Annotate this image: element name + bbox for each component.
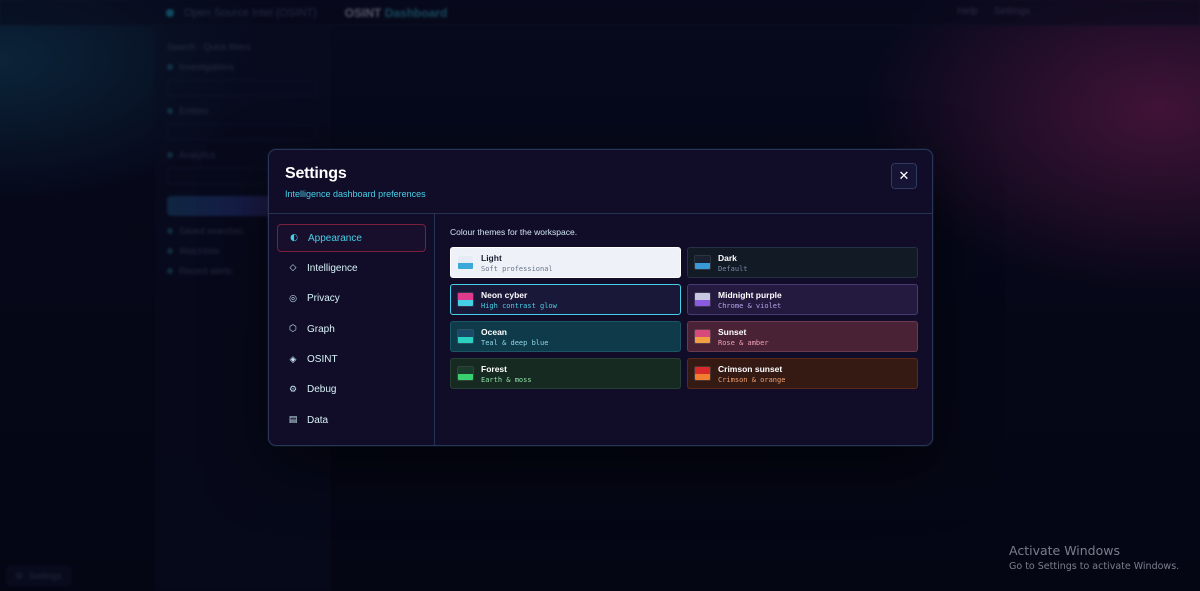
theme-midnight-purple[interactable]: Midnight purple Chrome & violet	[687, 284, 918, 315]
theme-grid: Light Soft professional Dark Default Neon …	[450, 247, 918, 389]
theme-swatch	[457, 366, 474, 381]
theme-swatch	[457, 329, 474, 344]
watermark-title: Activate Windows	[1009, 543, 1120, 558]
nav-item-label: Privacy	[307, 293, 340, 305]
theme-light[interactable]: Light Soft professional	[450, 247, 681, 278]
theme-name: Dark	[718, 252, 737, 263]
nav-item-label: Graph	[307, 323, 335, 335]
nav-item-graph[interactable]: ⬡ Graph	[277, 315, 426, 343]
theme-name: Light	[481, 252, 502, 263]
theme-name: Ocean	[481, 326, 507, 337]
swatch-band	[458, 336, 473, 343]
appearance-panel: Colour themes for the workspace. Light So…	[435, 214, 932, 445]
panel-description: Colour themes for the workspace.	[450, 227, 578, 237]
nav-item-label: Appearance	[308, 232, 362, 244]
nav-item-label: OSINT	[307, 354, 338, 366]
theme-name: Forest	[481, 363, 507, 374]
modal-title: Settings	[285, 165, 347, 182]
database-icon: ▤	[288, 415, 298, 426]
theme-swatch	[694, 292, 711, 307]
theme-swatch	[694, 366, 711, 381]
theme-description: Soft professional	[481, 264, 553, 273]
theme-crimson-sunset[interactable]: Crimson sunset Crimson & orange	[687, 358, 918, 389]
close-button[interactable]: ✕	[891, 163, 917, 189]
theme-swatch	[457, 292, 474, 307]
theme-description: High contrast glow	[481, 301, 557, 310]
theme-description: Default	[718, 264, 748, 273]
watermark-subtitle: Go to Settings to activate Windows.	[1009, 561, 1180, 572]
contrast-icon: ◐	[290, 233, 298, 243]
theme-name: Neon cyber	[481, 289, 528, 300]
swatch-band	[695, 336, 710, 343]
theme-description: Chrome & violet	[718, 301, 782, 310]
theme-name: Crimson sunset	[718, 363, 783, 374]
swatch-band	[695, 373, 710, 380]
nav-item-appearance[interactable]: ◐ Appearance	[277, 224, 426, 252]
target-icon: ◈	[289, 354, 297, 365]
hexagon-icon: ⬡	[289, 324, 297, 335]
close-icon: ✕	[898, 168, 910, 184]
settings-modal: Settings Intelligence dashboard preferen…	[268, 149, 933, 446]
swatch-band	[695, 299, 710, 306]
theme-description: Rose & amber	[718, 338, 769, 347]
settings-nav: ◐ Appearance ◇ Intelligence ◎ Privacy ⬡ …	[269, 214, 435, 445]
theme-dark[interactable]: Dark Default	[687, 247, 918, 278]
nav-item-label: Intelligence	[307, 262, 358, 274]
nav-item-debug[interactable]: ⚙ Debug	[277, 376, 426, 404]
nav-item-label: Debug	[307, 384, 337, 396]
theme-ocean[interactable]: Ocean Teal & deep blue	[450, 321, 681, 352]
theme-name: Sunset	[718, 326, 747, 337]
shield-icon: ◎	[289, 293, 297, 304]
nav-item-intelligence[interactable]: ◇ Intelligence	[277, 254, 426, 282]
nav-item-osint[interactable]: ◈ OSINT	[277, 346, 426, 374]
nav-item-privacy[interactable]: ◎ Privacy	[277, 285, 426, 313]
gear-icon: ⚙	[288, 384, 298, 395]
theme-swatch	[694, 255, 711, 270]
swatch-band	[458, 373, 473, 380]
theme-sunset[interactable]: Sunset Rose & amber	[687, 321, 918, 352]
swatch-band	[695, 262, 710, 269]
theme-description: Teal & deep blue	[481, 338, 549, 347]
theme-description: Crimson & orange	[718, 375, 786, 384]
theme-swatch	[694, 329, 711, 344]
swatch-band	[458, 299, 473, 306]
theme-name: Midnight purple	[718, 289, 782, 300]
theme-forest[interactable]: Forest Earth & moss	[450, 358, 681, 389]
theme-description: Earth & moss	[481, 375, 532, 384]
swatch-band	[458, 262, 473, 269]
diamond-icon: ◇	[289, 263, 297, 274]
nav-item-label: Data	[307, 414, 329, 426]
theme-swatch	[457, 255, 474, 270]
modal-header: Settings Intelligence dashboard preferen…	[269, 150, 932, 214]
nav-item-data[interactable]: ▤ Data	[277, 406, 426, 434]
theme-neon-cyber[interactable]: Neon cyber High contrast glow	[450, 284, 681, 315]
modal-subtitle: Intelligence dashboard preferences	[285, 189, 426, 199]
windows-activation-watermark: Activate Windows Go to Settings to activ…	[1009, 543, 1179, 572]
